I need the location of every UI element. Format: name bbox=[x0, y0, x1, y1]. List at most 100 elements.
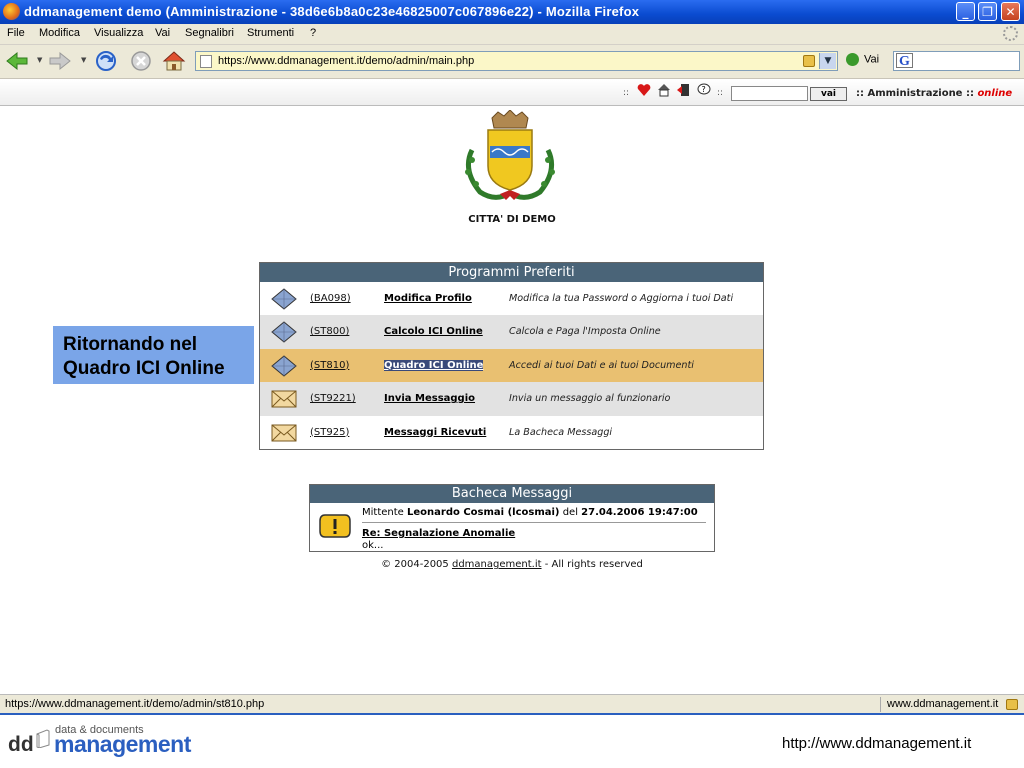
firefox-icon bbox=[3, 3, 20, 20]
forward-dropdown-icon[interactable]: ▼ bbox=[81, 56, 86, 64]
logo-wordmark: management bbox=[54, 731, 191, 757]
diamond-icon bbox=[271, 321, 297, 344]
url-text[interactable]: https://www.ddmanagement.it/demo/admin/m… bbox=[218, 55, 474, 67]
diamond-icon bbox=[271, 355, 297, 377]
menu-modifica[interactable]: Modifica bbox=[39, 27, 80, 39]
reload-icon[interactable] bbox=[94, 50, 118, 72]
program-code[interactable]: (ST810) bbox=[310, 360, 349, 371]
forward-icon[interactable] bbox=[48, 50, 72, 72]
help-icon[interactable]: ? bbox=[697, 83, 711, 97]
menu-bar: File Modifica Visualizza Vai Segnalibri … bbox=[0, 24, 1024, 45]
menu-strumenti[interactable]: Strumenti bbox=[247, 27, 294, 39]
city-crest-logo bbox=[465, 110, 555, 200]
close-button[interactable]: ✕ bbox=[1001, 2, 1020, 21]
message-sender-line: Mittente Leonardo Cosmai (lcosmai) del 2… bbox=[362, 507, 698, 518]
separator: :: bbox=[623, 88, 630, 98]
program-code[interactable]: (ST9221) bbox=[310, 393, 356, 404]
stop-icon[interactable] bbox=[129, 50, 153, 72]
home-icon[interactable] bbox=[657, 83, 671, 97]
message-board-panel: Bacheca Messaggi Mittente Leonardo Cosma… bbox=[309, 484, 715, 552]
logo-dd: dd bbox=[8, 733, 34, 756]
throbber-icon bbox=[1003, 26, 1018, 41]
sender-name: Leonardo Cosmai (lcosmai) bbox=[407, 507, 560, 518]
program-code[interactable]: (BA098) bbox=[310, 293, 351, 304]
program-link[interactable]: Modifica Profilo bbox=[384, 293, 472, 304]
program-code[interactable]: (ST925) bbox=[310, 427, 349, 438]
page-top-bar: :: ? :: vai :: Amministrazione :: online bbox=[0, 80, 1024, 106]
program-link[interactable]: Messaggi Ricevuti bbox=[384, 427, 486, 438]
message-body: ok... bbox=[362, 540, 384, 551]
annotation-callout: Ritornando nel Quadro ICI Online bbox=[53, 326, 254, 384]
ddmanagement-logo: dd data & documents management bbox=[8, 722, 208, 762]
diamond-icon bbox=[271, 288, 297, 310]
home-icon[interactable] bbox=[162, 50, 186, 72]
restore-button[interactable]: ❐ bbox=[978, 2, 997, 21]
status-bar: https://www.ddmanagement.it/demo/admin/s… bbox=[0, 694, 1024, 714]
google-icon[interactable]: G bbox=[896, 53, 913, 69]
message-board-title: Bacheca Messaggi bbox=[310, 485, 714, 503]
menu-segnalibri[interactable]: Segnalibri bbox=[185, 27, 234, 39]
copyright-prefix: © 2004-2005 bbox=[381, 559, 449, 570]
program-link[interactable]: Calcolo ICI Online bbox=[384, 326, 483, 337]
status-domain: www.ddmanagement.it bbox=[887, 698, 999, 710]
favorites-panel: Programmi Preferiti (BA098) Modifica Pro… bbox=[259, 262, 764, 450]
message-subject-link[interactable]: Re: Segnalazione Anomalie bbox=[362, 528, 515, 539]
divider bbox=[362, 522, 706, 523]
footer-rule bbox=[0, 713, 1024, 715]
callout-line-2: Quadro ICI Online bbox=[63, 358, 225, 379]
warning-icon bbox=[319, 514, 351, 538]
status-url: https://www.ddmanagement.it/demo/admin/s… bbox=[5, 698, 265, 710]
favorite-row[interactable]: (ST925) Messaggi Ricevuti La Bacheca Mes… bbox=[260, 416, 763, 449]
menu-file[interactable]: File bbox=[7, 27, 25, 39]
navigation-toolbar: ▼ ▼ https://www.ddmanagement.it/demo/adm… bbox=[0, 45, 1024, 79]
go-icon bbox=[846, 53, 859, 66]
url-dropdown-icon[interactable]: ▼ bbox=[819, 53, 836, 69]
lock-icon[interactable] bbox=[803, 55, 815, 67]
go-button[interactable]: Vai bbox=[846, 53, 879, 66]
url-bar[interactable]: https://www.ddmanagement.it/demo/admin/m… bbox=[195, 51, 838, 71]
program-description: Calcola e Paga l'Imposta Online bbox=[509, 326, 661, 338]
page-icon bbox=[200, 55, 212, 68]
lock-icon[interactable] bbox=[1006, 699, 1018, 710]
copyright-suffix: - All rights reserved bbox=[544, 559, 643, 570]
menu-help[interactable]: ? bbox=[310, 27, 316, 39]
copyright-line: © 2004-2005 ddmanagement.it - All rights… bbox=[309, 559, 715, 570]
copyright-link[interactable]: ddmanagement.it bbox=[452, 559, 542, 570]
admin-text: :: Amministrazione :: bbox=[856, 88, 974, 99]
minimize-button[interactable]: _ bbox=[956, 2, 975, 21]
quick-search-input[interactable] bbox=[731, 86, 808, 101]
program-description: Invia un messaggio al funzionario bbox=[509, 393, 671, 405]
window-titlebar: ddmanagement demo (Amministrazione - 38d… bbox=[0, 0, 1024, 24]
back-icon[interactable] bbox=[5, 50, 29, 72]
favorite-row[interactable]: (ST800) Calcolo ICI Online Calcola e Pag… bbox=[260, 315, 763, 349]
favorites-title: Programmi Preferiti bbox=[260, 263, 763, 282]
city-name: CITTA' DI DEMO bbox=[468, 214, 556, 225]
program-description: La Bacheca Messaggi bbox=[509, 426, 613, 438]
svg-text:?: ? bbox=[702, 85, 706, 94]
favorite-row-selected[interactable]: (ST810) Quadro ICI Online Accedi ai tuoi… bbox=[260, 348, 763, 383]
back-dropdown-icon[interactable]: ▼ bbox=[37, 56, 42, 64]
program-description: Accedi ai tuoi Dati e ai tuoi Documenti bbox=[509, 359, 694, 371]
favorite-row[interactable]: (ST9221) Invia Messaggio Invia un messag… bbox=[260, 382, 763, 416]
sender-prefix: Mittente bbox=[362, 507, 404, 518]
window-title: ddmanagement demo (Amministrazione - 38d… bbox=[24, 4, 640, 19]
separator: :: bbox=[717, 88, 724, 98]
exit-icon[interactable] bbox=[676, 83, 690, 97]
program-link[interactable]: Quadro ICI Online bbox=[384, 359, 484, 371]
quick-search-button[interactable]: vai bbox=[810, 87, 847, 101]
google-search-field[interactable]: G bbox=[893, 51, 1020, 71]
menu-vai[interactable]: Vai bbox=[155, 27, 170, 39]
program-code[interactable]: (ST800) bbox=[310, 326, 349, 337]
menu-visualizza[interactable]: Visualizza bbox=[94, 27, 143, 39]
program-link[interactable]: Invia Messaggio bbox=[384, 393, 475, 404]
callout-line-1: Ritornando nel bbox=[63, 334, 198, 355]
online-status: online bbox=[977, 88, 1013, 99]
program-description: Modifica la tua Password o Aggiorna i tu… bbox=[509, 293, 734, 304]
go-label: Vai bbox=[864, 53, 880, 66]
heart-icon[interactable] bbox=[637, 83, 651, 97]
envelope-icon bbox=[271, 424, 297, 442]
document-icon bbox=[36, 729, 50, 748]
admin-label: :: Amministrazione :: online bbox=[856, 88, 1012, 99]
favorite-row[interactable]: (BA098) Modifica Profilo Modifica la tua… bbox=[260, 282, 763, 315]
footer-url: http://www.ddmanagement.it bbox=[782, 735, 972, 752]
